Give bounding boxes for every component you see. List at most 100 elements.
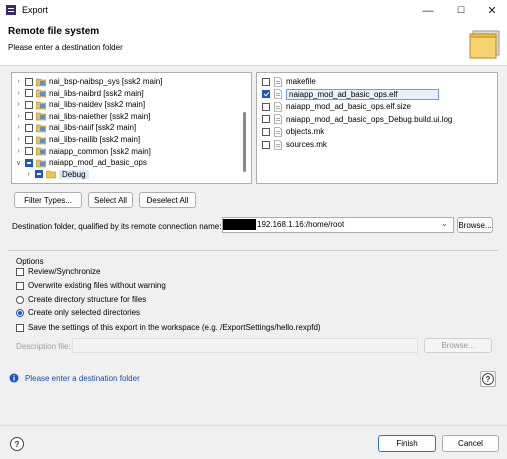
file-item-label: naiapp_mod_ad_basic_ops.elf xyxy=(286,88,439,100)
tree-item-label: nai_bsp-naibsp_sys [ssk2 main] xyxy=(49,77,163,86)
title-bar: Export — ☐ ✕ xyxy=(0,0,507,22)
eclipse-app-icon xyxy=(6,5,16,15)
create-structure-radio[interactable] xyxy=(16,295,24,304)
maximize-icon: ☐ xyxy=(456,5,466,15)
tree-item-label: naiapp_mod_ad_basic_ops xyxy=(49,158,147,168)
tree-item-checkbox[interactable] xyxy=(25,77,33,86)
destination-label: Destination folder, qualified by its rem… xyxy=(12,222,222,231)
wizard-banner: Remote file system Please enter a destin… xyxy=(0,21,507,66)
file-item-checkbox[interactable] xyxy=(262,115,270,124)
file-item[interactable]: naiapp_mod_ad_basic_ops.elf.size xyxy=(260,101,411,112)
tree-item-checkbox[interactable] xyxy=(25,135,33,144)
file-icon xyxy=(274,89,282,99)
finish-button[interactable]: Finish xyxy=(378,435,436,452)
file-item-label: naiapp_mod_ad_basic_ops_Debug.build.ui.l… xyxy=(286,114,453,124)
tree-item-checkbox[interactable] xyxy=(35,170,43,179)
redaction-bar xyxy=(223,219,256,230)
review-sync-label: Review/Synchronize xyxy=(28,267,101,276)
tree-item-label: nai_libs-naidev [ssk2 main] xyxy=(49,100,146,110)
cancel-button[interactable]: Cancel xyxy=(442,435,499,452)
chevron-right-icon[interactable]: › xyxy=(14,136,23,143)
create-structure-option[interactable]: Create directory structure for files xyxy=(16,295,146,304)
file-icon xyxy=(274,127,282,137)
file-item-checkbox[interactable] xyxy=(262,90,270,99)
minimize-icon: — xyxy=(422,4,434,17)
tree-item[interactable]: ∨ naiapp_mod_ad_basic_ops xyxy=(14,157,147,168)
file-list[interactable]: makefile naiapp_mod_ad_basic_ops.elf naiap… xyxy=(256,72,498,184)
banner-message: Please enter a destination folder xyxy=(8,43,123,52)
file-item[interactable]: objects.mk xyxy=(260,126,324,137)
overwrite-option[interactable]: Overwrite existing files without warning xyxy=(16,281,166,290)
project-icon xyxy=(36,101,46,109)
tree-item[interactable]: › nai_libs-naiether [ssk2 main] xyxy=(14,111,150,122)
select-all-button[interactable]: Select All xyxy=(88,192,133,208)
chevron-down-icon[interactable]: ⌄ xyxy=(441,219,448,228)
tree-item[interactable]: › naiapp_common [ssk2 main] xyxy=(14,146,151,157)
banner-title: Remote file system xyxy=(8,26,100,37)
create-selected-option[interactable]: Create only selected directories xyxy=(16,308,140,317)
close-button[interactable]: ✕ xyxy=(477,0,507,21)
tree-item-checkbox[interactable] xyxy=(25,100,33,109)
file-item[interactable]: naiapp_mod_ad_basic_ops_Debug.build.ui.l… xyxy=(260,114,452,125)
chevron-down-icon[interactable]: ∨ xyxy=(14,159,23,167)
chevron-right-icon[interactable]: › xyxy=(24,171,33,178)
options-title: Options xyxy=(16,257,44,266)
tree-item-label: nai_libs-naiether [ssk2 main] xyxy=(49,111,151,121)
file-icon xyxy=(274,114,282,125)
project-tree[interactable]: › nai_bsp-naibsp_sys [ssk2 main] › nai_libs… xyxy=(11,72,252,184)
browse-button[interactable]: Browse... xyxy=(457,217,493,233)
review-sync-option[interactable]: Review/Synchronize xyxy=(16,267,100,276)
export-folder-icon xyxy=(469,30,500,59)
project-icon xyxy=(36,78,46,86)
project-icon xyxy=(36,124,46,133)
tree-item[interactable]: › nai_libs-naibrd [ssk2 main] xyxy=(14,88,144,99)
chevron-right-icon[interactable]: › xyxy=(14,78,23,85)
window-title: Export xyxy=(22,5,49,15)
overwrite-checkbox[interactable] xyxy=(16,281,24,290)
file-icon xyxy=(274,101,282,112)
tree-item-checkbox[interactable] xyxy=(25,158,33,167)
tree-item-checkbox[interactable] xyxy=(25,147,33,156)
tree-item[interactable]: › nai_libs-naiif [ssk2 main] xyxy=(14,122,136,133)
review-sync-checkbox[interactable] xyxy=(16,267,24,276)
file-item-checkbox[interactable] xyxy=(262,77,270,86)
tree-item[interactable]: › nai_bsp-naibsp_sys [ssk2 main] xyxy=(14,76,162,87)
chevron-right-icon[interactable]: › xyxy=(14,90,23,97)
file-item-label: objects.mk xyxy=(286,127,325,137)
tree-item-checkbox[interactable] xyxy=(25,89,33,98)
file-item-label: makefile xyxy=(286,77,316,86)
deselect-all-button[interactable]: Deselect All xyxy=(139,192,196,208)
save-settings-checkbox[interactable] xyxy=(16,323,24,332)
folder-icon xyxy=(46,170,56,179)
overwrite-label: Overwrite existing files without warning xyxy=(28,281,166,290)
tree-item[interactable]: › Debug xyxy=(24,169,89,180)
tree-item-label: nai_libs-nailib [ssk2 main] xyxy=(49,135,141,144)
context-help-button[interactable]: ? xyxy=(480,371,496,387)
save-settings-option[interactable]: Save the settings of this export in the … xyxy=(16,323,321,332)
tree-item[interactable]: › nai_libs-nailib [ssk2 main] xyxy=(14,134,140,145)
chevron-right-icon[interactable]: › xyxy=(14,113,23,120)
destination-value: 192.168.1.16:/home/root xyxy=(257,220,345,229)
info-icon xyxy=(9,373,19,383)
help-icon: ? xyxy=(482,373,494,385)
file-item-checkbox[interactable] xyxy=(262,127,270,136)
tree-item-checkbox[interactable] xyxy=(25,123,33,132)
minimize-button[interactable]: — xyxy=(413,0,443,21)
file-item[interactable]: naiapp_mod_ad_basic_ops.elf xyxy=(260,88,439,100)
tree-item-label: nai_libs-naibrd [ssk2 main] xyxy=(49,88,144,98)
file-item[interactable]: sources.mk xyxy=(260,139,327,150)
chevron-right-icon[interactable]: › xyxy=(14,101,23,108)
maximize-button[interactable]: ☐ xyxy=(446,0,476,21)
file-item-checkbox[interactable] xyxy=(262,140,270,149)
chevron-right-icon[interactable]: › xyxy=(14,148,23,155)
filter-types-button[interactable]: Filter Types... xyxy=(14,192,82,208)
status-message: Please enter a destination folder xyxy=(25,374,140,383)
tree-item[interactable]: › nai_libs-naidev [ssk2 main] xyxy=(14,99,145,110)
help-icon[interactable]: ? xyxy=(10,437,24,451)
file-item[interactable]: makefile xyxy=(260,76,316,87)
tree-item-checkbox[interactable] xyxy=(25,112,33,121)
create-selected-radio[interactable] xyxy=(16,308,24,317)
chevron-right-icon[interactable]: › xyxy=(14,124,23,131)
file-item-checkbox[interactable] xyxy=(262,102,270,111)
tree-scrollbar[interactable] xyxy=(243,112,246,172)
